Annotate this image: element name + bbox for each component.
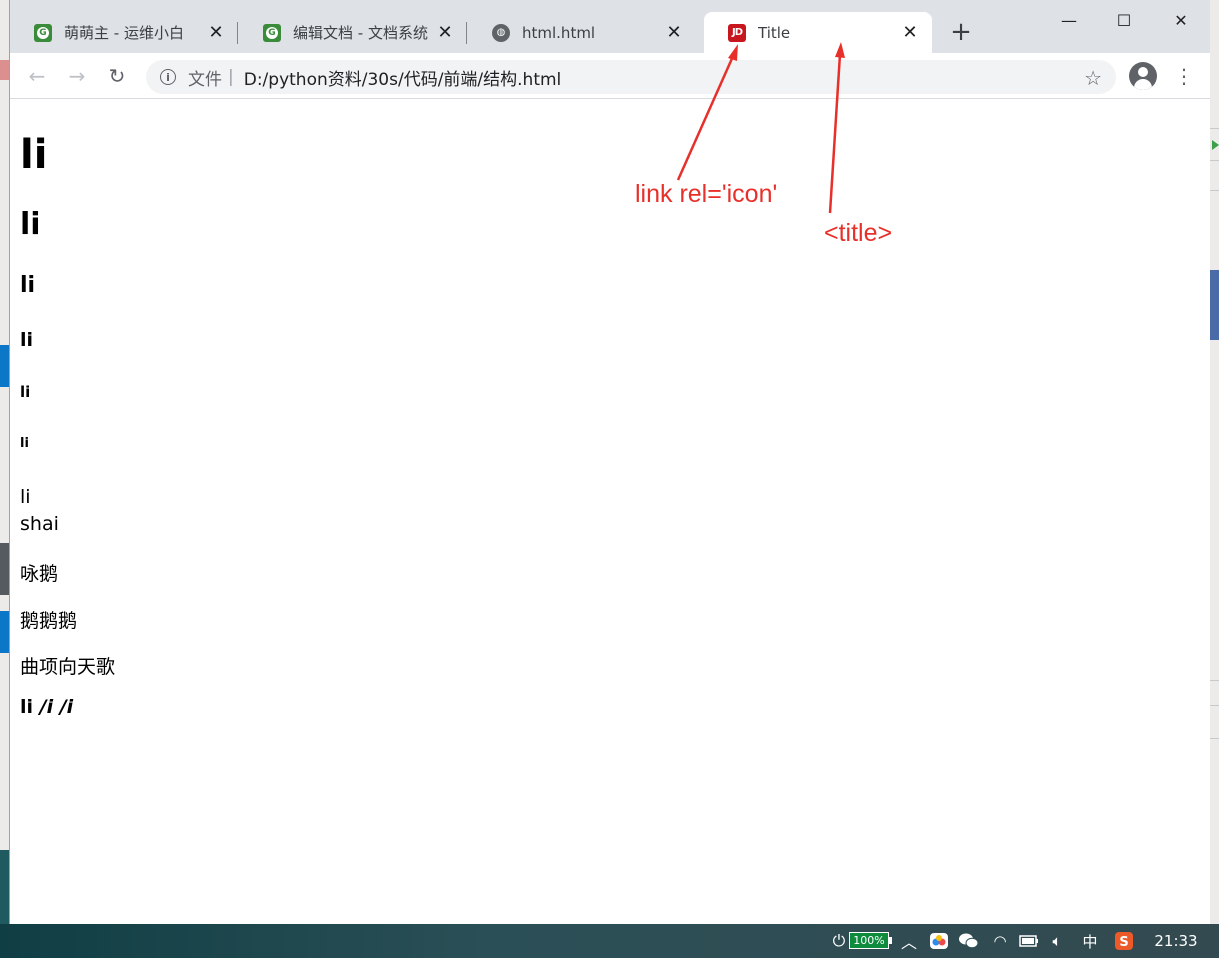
green-g-icon: G [34, 23, 52, 42]
menu-kebab-icon[interactable]: ⋮ [1170, 62, 1198, 90]
tab-separator [237, 22, 238, 44]
maximize-icon[interactable]: ☐ [1095, 0, 1153, 40]
text-line-li: li [20, 486, 31, 508]
sogou-input-icon[interactable]: S [1113, 929, 1135, 953]
battery-tip [889, 937, 892, 944]
close-window-icon[interactable]: ✕ [1152, 0, 1210, 40]
tab-label: Title [758, 23, 791, 42]
annotation-icon-label: link rel='icon' [635, 180, 778, 208]
heading-h1: li [20, 132, 48, 178]
close-icon[interactable]: ✕ [662, 21, 686, 45]
paragraph-bold-italic: li /i /i [20, 696, 74, 718]
tab-label: 编辑文档 - 文档系统 [293, 24, 428, 42]
address-bar[interactable]: i 文件 | D:/python资料/30s/代码/前端/结构.html ☆ [146, 60, 1116, 94]
tab-mengmengzhu[interactable]: G 萌萌主 - 运维小白 ✕ [10, 12, 238, 53]
paragraph-poem-line1: 鹅鹅鹅 [20, 610, 78, 632]
toolbar: ← → ↻ i 文件 | D:/python资料/30s/代码/前端/结构.ht… [10, 53, 1210, 99]
power-plug-icon: ⏻ [832, 931, 846, 950]
clock[interactable]: 21:33 [1150, 929, 1202, 953]
chevron-up-icon[interactable]: ︿ [899, 929, 919, 953]
heading-h5: li [20, 383, 31, 401]
tab-edit-doc[interactable]: G 编辑文档 - 文档系统 ✕ [239, 12, 467, 53]
ime-indicator[interactable]: 中 [1080, 929, 1100, 953]
tab-separator [466, 22, 467, 44]
address-scheme: 文件 [188, 69, 222, 90]
jd-icon: JD [728, 23, 746, 42]
reload-icon[interactable]: ↻ [103, 62, 131, 90]
close-icon[interactable]: ✕ [204, 21, 228, 45]
wechat-icon[interactable] [957, 929, 981, 953]
volume-icon[interactable]: 🔈︎ [1046, 929, 1068, 953]
battery-status-icon[interactable] [1018, 929, 1040, 953]
page-content: li li li li li li li shai 咏鹅 鹅鹅鹅 曲项向天歌 l… [10, 99, 1210, 924]
profile-avatar-icon[interactable] [1129, 62, 1157, 90]
heading-h3: li [20, 273, 36, 298]
tab-label: html.html [522, 23, 596, 42]
paragraph-poem-title: 咏鹅 [20, 563, 59, 585]
text-line-shai: shai [20, 513, 59, 535]
taskbar: ⏻ 100% ︿ ◠ 🔈︎ 中 S 21:33 [0, 924, 1219, 958]
heading-h4: li [20, 329, 34, 351]
green-g-icon: G [263, 23, 281, 42]
heading-h6: li [20, 436, 29, 451]
forward-arrow-icon[interactable]: → [63, 62, 91, 90]
address-separator: | [228, 67, 234, 87]
new-tab-button[interactable]: + [947, 17, 975, 47]
tab-html-html[interactable]: ◍ html.html ✕ [468, 12, 696, 53]
battery-indicator[interactable]: 100% [849, 932, 889, 949]
tab-label: 萌萌主 - 运维小白 [64, 24, 184, 42]
browser-window: G 萌萌主 - 运维小白 ✕ G 编辑文档 - 文档系统 ✕ ◍ html.ht… [9, 0, 1210, 924]
annotation-title-label: <title> [824, 219, 893, 247]
background-window-right [1210, 0, 1219, 924]
background-window-left [0, 0, 9, 924]
paragraph-poem-line2: 曲项向天歌 [20, 656, 116, 678]
heading-h2: li [20, 207, 41, 242]
info-icon[interactable]: i [160, 69, 176, 85]
bookmark-star-icon[interactable]: ☆ [1084, 66, 1102, 90]
close-icon[interactable]: ✕ [898, 21, 922, 45]
svg-text:S: S [1119, 935, 1128, 950]
address-url: D:/python资料/30s/代码/前端/结构.html [243, 69, 562, 90]
cloud-app-icon[interactable] [928, 929, 950, 953]
back-arrow-icon[interactable]: ← [23, 62, 51, 90]
tab-strip: G 萌萌主 - 运维小白 ✕ G 编辑文档 - 文档系统 ✕ ◍ html.ht… [10, 0, 1210, 53]
wifi-icon[interactable]: ◠ [990, 929, 1010, 953]
tab-title[interactable]: JD Title ✕ [704, 12, 932, 53]
close-icon[interactable]: ✕ [433, 21, 457, 45]
minimize-icon[interactable]: — [1040, 0, 1098, 40]
globe-icon: ◍ [492, 23, 510, 42]
